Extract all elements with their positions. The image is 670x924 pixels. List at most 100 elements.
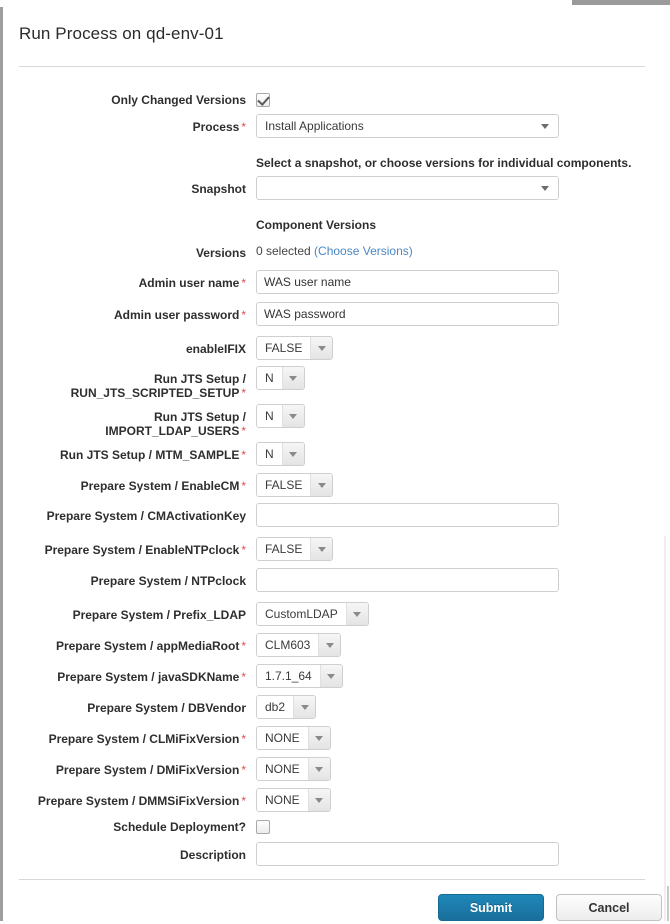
field-cell: N: [256, 404, 305, 428]
field-cell: [256, 819, 270, 834]
chevron-down-icon: [310, 474, 333, 496]
field-cell: [256, 176, 559, 202]
form-row: Run JTS Setup / MTM_SAMPLE * N: [3, 442, 664, 472]
chevron-down-icon: [532, 177, 558, 199]
field-cell: db2: [256, 695, 317, 719]
required-asterisk: *: [241, 670, 246, 684]
submit-button[interactable]: Submit: [438, 894, 544, 921]
form-row: Run JTS Setup / IMPORT_LDAP_USERS * N: [3, 404, 664, 442]
checkbox-unchecked[interactable]: [256, 820, 270, 834]
form-row: Prepare System / Prefix_LDAP CustomLDAP: [3, 602, 664, 632]
dropdown[interactable]: NONE: [256, 788, 331, 812]
dropdown-value: FALSE: [257, 474, 311, 496]
field-label: Run JTS Setup / RUN_JTS_SCRIPTED_SETUP *: [70, 372, 246, 400]
dropdown-value: 1.7.1_64: [257, 665, 320, 687]
form-row: Prepare System / NTPclock: [3, 568, 664, 600]
field-cell: [256, 302, 559, 326]
field-cell: [256, 568, 559, 592]
dropdown[interactable]: NONE: [256, 726, 331, 750]
field-label: Run JTS Setup / MTM_SAMPLE *: [59, 448, 246, 462]
form-row: Prepare System / EnableCM * FALSE: [3, 473, 664, 503]
required-asterisk: *: [241, 543, 246, 557]
text-input[interactable]: [256, 270, 559, 294]
dropdown-value: FALSE: [257, 337, 311, 359]
field-label: Prepare System / Prefix_LDAP: [72, 608, 246, 622]
field-label: Prepare System / NTPclock: [90, 574, 246, 588]
form-row: Prepare System / DBVendor db2: [3, 695, 664, 725]
field-cell: Component Versions: [256, 216, 376, 232]
cancel-button[interactable]: Cancel: [556, 894, 662, 921]
dropdown-value: N: [257, 405, 282, 427]
dropdown-value: NONE: [257, 789, 308, 811]
footer-divider: [19, 879, 645, 880]
dropdown-value: db2: [257, 696, 294, 718]
field-cell: FALSE: [256, 473, 334, 497]
versions-value: 0 selected (Choose Versions): [256, 240, 413, 258]
dropdown[interactable]: CustomLDAP: [256, 602, 369, 626]
field-label: Prepare System / DMiFixVersion *: [55, 763, 246, 777]
field-label: Admin user name *: [138, 276, 246, 290]
chevron-down-icon: [307, 758, 330, 780]
field-cell: NONE: [256, 757, 331, 781]
snapshot-help-text: Select a snapshot, or choose versions fo…: [256, 156, 632, 170]
dropdown[interactable]: CLM603: [256, 633, 342, 657]
dropdown[interactable]: Install Applications: [256, 114, 559, 138]
field-cell: [256, 92, 270, 107]
text-input[interactable]: [256, 503, 559, 527]
dropdown[interactable]: FALSE: [256, 336, 334, 360]
form-row: Versions 0 selected (Choose Versions): [3, 240, 664, 264]
form-row: Admin user name *: [3, 270, 664, 302]
component-versions-heading: Component Versions: [256, 218, 377, 232]
dropdown[interactable]: N: [256, 404, 305, 428]
text-input[interactable]: [256, 842, 559, 866]
dropdown[interactable]: FALSE: [256, 473, 334, 497]
field-label: Process *: [192, 120, 246, 134]
text-input[interactable]: [256, 302, 559, 326]
field-label: Prepare System / DBVendor: [87, 701, 246, 715]
field-cell: NONE: [256, 726, 331, 750]
form-row: Prepare System / DMMSiFixVersion * NONE: [3, 788, 664, 818]
form-row: Prepare System / appMediaRoot * CLM603: [3, 633, 664, 663]
form-row: Prepare System / DMiFixVersion * NONE: [3, 757, 664, 787]
dropdown[interactable]: N: [256, 442, 305, 466]
chevron-down-icon: [307, 727, 330, 749]
required-asterisk: *: [241, 763, 246, 777]
field-cell: Select a snapshot, or choose versions fo…: [256, 152, 631, 170]
dropdown[interactable]: N: [256, 366, 305, 390]
required-asterisk: *: [241, 424, 246, 438]
field-label: Prepare System / CLMiFixVersion *: [48, 732, 246, 746]
field-label: Schedule Deployment?: [113, 820, 246, 834]
text-input[interactable]: [256, 568, 559, 592]
form-row: Process * Install Applications: [3, 114, 664, 148]
field-label: Prepare System / DMMSiFixVersion *: [37, 794, 246, 808]
dropdown[interactable]: db2: [256, 695, 317, 719]
field-cell: CustomLDAP: [256, 602, 369, 626]
field-label: Admin user password *: [113, 308, 246, 322]
chevron-down-icon: [532, 115, 558, 137]
checkbox-checked[interactable]: [256, 93, 270, 107]
form-row: Schedule Deployment?: [3, 819, 664, 843]
page-title: Run Process on qd-env-01: [19, 24, 224, 43]
versions-count: 0 selected: [256, 244, 315, 258]
dropdown[interactable]: FALSE: [256, 537, 334, 561]
field-label: Prepare System / CMActivationKey: [46, 509, 246, 523]
field-cell: N: [256, 442, 305, 466]
required-asterisk: *: [241, 732, 246, 746]
chevron-down-icon: [281, 443, 304, 465]
form-row: Prepare System / CMActivationKey: [3, 503, 664, 535]
form-row: Admin user password *: [3, 302, 664, 334]
dialog-right-edge: [664, 536, 666, 921]
dropdown[interactable]: 1.7.1_64: [256, 664, 343, 688]
field-cell: [256, 842, 559, 866]
field-label: Run JTS Setup / IMPORT_LDAP_USERS *: [105, 410, 246, 438]
dropdown[interactable]: NONE: [256, 757, 331, 781]
field-cell: FALSE: [256, 537, 334, 561]
dropdown[interactable]: [256, 176, 559, 200]
choose-versions-link[interactable]: (Choose Versions): [314, 244, 413, 258]
chevron-down-icon: [281, 405, 304, 427]
dialog-right-scrollbar-edge: [667, 886, 669, 921]
field-cell: CLM603: [256, 633, 342, 657]
dropdown-value: N: [257, 367, 282, 389]
required-asterisk: *: [241, 448, 246, 462]
field-label: Prepare System / appMediaRoot *: [55, 639, 246, 653]
